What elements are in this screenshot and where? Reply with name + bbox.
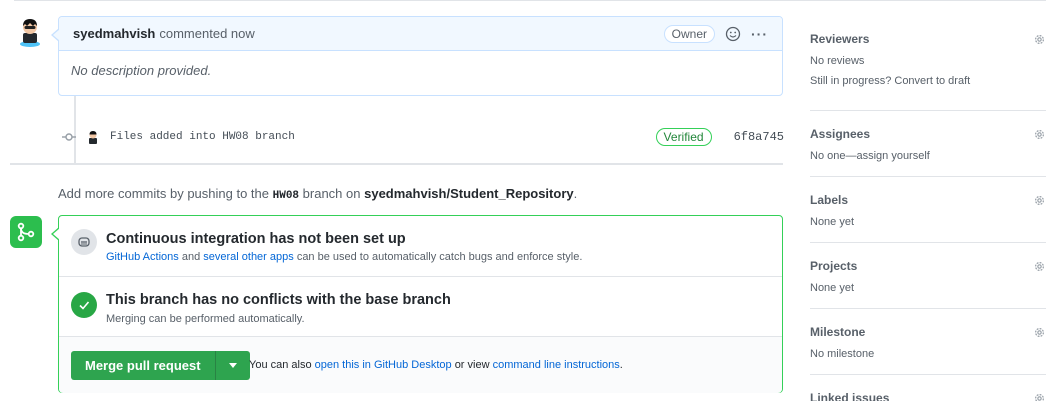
projects-status: None yet	[810, 282, 855, 294]
comment-header: syedmahvish commented now Owner ···	[59, 17, 782, 51]
merge-note-prefix: You can also	[249, 359, 312, 371]
convert-to-draft-link[interactable]: Still in progress? Convert to draft	[810, 75, 1046, 87]
sidebar-projects: Projects None yet	[810, 259, 1046, 294]
commit-author-avatar[interactable]	[86, 130, 100, 144]
ci-and-text: and	[181, 251, 201, 263]
owner-badge: Owner	[663, 24, 715, 43]
commit-sha[interactable]: 6f8a745	[734, 130, 784, 144]
caret-down-icon	[228, 363, 237, 368]
labels-title: Labels	[810, 193, 849, 207]
sidebar-divider	[810, 242, 1046, 243]
ci-status-row: Continuous integration has not been set …	[59, 216, 782, 277]
linked-issues-gear-icon[interactable]	[1033, 392, 1046, 401]
conflicts-title: This branch has no conflicts with the ba…	[106, 292, 451, 308]
sidebar-divider	[810, 374, 1046, 375]
assign-yourself-link[interactable]: No one—assign yourself	[810, 150, 1046, 162]
branch-name: HW08	[272, 190, 300, 202]
merge-box: Continuous integration has not been set …	[51, 215, 783, 393]
linked-issues-title: Linked issues	[810, 391, 890, 401]
comment-body: No description provided.	[71, 63, 212, 78]
assignees-title: Assignees	[810, 127, 871, 141]
add-commits-hint: Add more commits by pushing to the HW08 …	[58, 186, 577, 202]
pr-sidebar: Reviewers No reviews Still in progress? …	[810, 0, 1046, 401]
repository-name: syedmahvish/Student_Repository	[364, 186, 574, 201]
reviewers-status: No reviews	[810, 55, 865, 67]
merge-alternatives-note: You can also open this in GitHub Desktop…	[249, 359, 623, 371]
projects-gear-icon[interactable]	[1033, 260, 1046, 273]
projects-title: Projects	[810, 259, 858, 273]
verified-badge[interactable]: Verified	[655, 128, 712, 146]
add-commits-suffix: .	[573, 186, 578, 201]
sidebar-assignees: Assignees No one—assign yourself	[810, 127, 1046, 162]
open-in-desktop-link[interactable]: open this in GitHub Desktop	[315, 359, 452, 371]
merge-pull-request-button[interactable]: Merge pull request	[71, 351, 216, 380]
comment-author[interactable]: syedmahvish	[73, 26, 155, 41]
assignees-gear-icon[interactable]	[1033, 128, 1046, 141]
commit-message[interactable]: Files added into HW08 branch	[110, 131, 295, 143]
merge-button-group: Merge pull request	[71, 351, 250, 380]
reviewers-gear-icon[interactable]	[1033, 33, 1046, 46]
pr-description-comment: syedmahvish commented now Owner ··· No d…	[51, 16, 783, 96]
add-commits-prefix: Add more commits by pushing to the	[58, 186, 269, 201]
github-actions-link[interactable]: GitHub Actions	[106, 251, 179, 263]
milestone-gear-icon[interactable]	[1033, 326, 1046, 339]
ci-description: GitHub Actions and several other apps ca…	[106, 251, 582, 263]
merge-note-middle: or view	[454, 359, 490, 371]
labels-gear-icon[interactable]	[1033, 194, 1046, 207]
reviewers-title: Reviewers	[810, 32, 870, 46]
ci-rest-text: can be used to automatically catch bugs …	[296, 251, 583, 263]
add-commits-middle: branch on	[302, 186, 361, 201]
reaction-smiley-icon[interactable]	[725, 26, 741, 42]
sidebar-milestone: Milestone No milestone	[810, 325, 1046, 360]
conflicts-description: Merging can be performed automatically.	[106, 313, 305, 325]
sidebar-divider	[810, 110, 1046, 111]
git-merge-icon	[10, 216, 42, 248]
sidebar-divider	[810, 308, 1046, 309]
sidebar-divider	[810, 176, 1046, 177]
conflicts-status-row: This branch has no conflicts with the ba…	[59, 277, 782, 337]
more-options-icon[interactable]: ···	[751, 26, 768, 42]
timeline-end-divider	[10, 163, 783, 165]
sidebar-reviewers: Reviewers No reviews Still in progress? …	[810, 32, 1046, 87]
milestone-title: Milestone	[810, 325, 866, 339]
merge-method-dropdown[interactable]	[216, 351, 250, 380]
ci-icon	[71, 229, 97, 255]
merge-note-suffix: .	[619, 359, 623, 371]
other-apps-link[interactable]: several other apps	[203, 251, 294, 263]
merge-action-row: Merge pull request You can also open thi…	[59, 337, 782, 393]
commit-row: Files added into HW08 branch Verified 6f…	[62, 126, 784, 148]
sidebar-linked-issues: Linked issues	[810, 391, 1046, 401]
milestone-status: No milestone	[810, 348, 875, 360]
git-commit-icon	[62, 133, 76, 141]
comment-action: commented now	[159, 26, 255, 41]
ci-title: Continuous integration has not been set …	[106, 231, 406, 247]
user-avatar[interactable]	[14, 16, 46, 48]
command-line-instructions-link[interactable]: command line instructions	[493, 359, 620, 371]
labels-status: None yet	[810, 216, 855, 228]
check-icon	[71, 292, 97, 318]
sidebar-labels: Labels None yet	[810, 193, 1046, 228]
